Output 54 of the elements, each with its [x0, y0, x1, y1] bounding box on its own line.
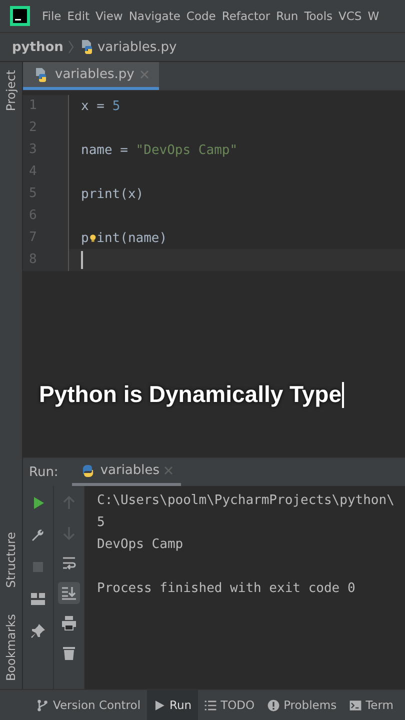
trash-icon [61, 645, 77, 661]
branch-icon [36, 698, 49, 712]
tool-window-tab[interactable]: TODO [198, 690, 261, 720]
scroll-to-end-button[interactable] [58, 582, 80, 604]
breadcrumb-item[interactable]: python [12, 40, 64, 54]
layout-icon [30, 591, 46, 607]
side-tool-tab[interactable]: Project [4, 66, 18, 116]
list-icon [204, 698, 217, 712]
app-logo-icon[interactable] [10, 6, 30, 26]
side-tool-tab[interactable]: Bookmarks [4, 610, 18, 685]
menu-item[interactable]: Navigate [128, 9, 180, 23]
warning-icon [266, 698, 280, 712]
menu-item[interactable]: Refactor [222, 9, 270, 23]
tool-window-tab[interactable]: Run [146, 690, 198, 720]
code-line: print(x) [80, 186, 144, 204]
console-line: 5 [97, 514, 106, 532]
tool-window-tab[interactable]: Problems [260, 690, 343, 720]
printer-icon [61, 615, 77, 631]
text-cursor [342, 382, 344, 408]
console-line: C:\Users\poolm\PycharmProjects\python\ [97, 492, 396, 510]
menu-item[interactable]: VCS [338, 9, 362, 23]
code-text: p [81, 230, 89, 246]
code-line: x = 5 [80, 98, 120, 116]
console-line: Process finished with exit code 0 [97, 580, 356, 598]
video-caption: Python is Dynamically Type [39, 381, 342, 408]
up-arrow-icon [61, 495, 77, 511]
terminal-icon [348, 698, 362, 712]
wrench-icon [30, 527, 46, 543]
menu-item[interactable]: File [42, 9, 62, 23]
scroll-to-end-icon [61, 585, 77, 601]
menu-item[interactable]: Tools [304, 9, 333, 23]
breadcrumb-item[interactable]: variables.py [79, 39, 177, 55]
soft-wrap-icon [61, 555, 77, 571]
menu-item[interactable]: View [96, 9, 123, 23]
chevron-icon [67, 39, 76, 55]
code-text: int [96, 230, 120, 246]
menu-item[interactable]: Run [276, 9, 298, 23]
text-cursor [81, 251, 83, 269]
code-line: name = "DevOps Camp" [80, 142, 238, 160]
down-arrow-icon [61, 525, 77, 541]
python-file-icon [33, 66, 49, 82]
pin-icon [30, 623, 46, 639]
run-label: Run: [29, 464, 58, 480]
code-text: (name) [120, 230, 168, 246]
stop-icon [30, 559, 46, 575]
tool-window-tab[interactable]: Version Control [30, 690, 147, 720]
run-icon [152, 698, 166, 712]
menu-item[interactable]: Code [186, 9, 216, 23]
console-line: DevOps Camp [97, 536, 184, 554]
tool-window-tab[interactable]: Term [342, 690, 400, 720]
menu-item[interactable]: Edit [67, 9, 90, 23]
editor-tab[interactable]: variables.py [23, 62, 160, 90]
side-tool-tab[interactable]: Structure [4, 528, 18, 592]
menu-item[interactable]: W [368, 9, 380, 23]
